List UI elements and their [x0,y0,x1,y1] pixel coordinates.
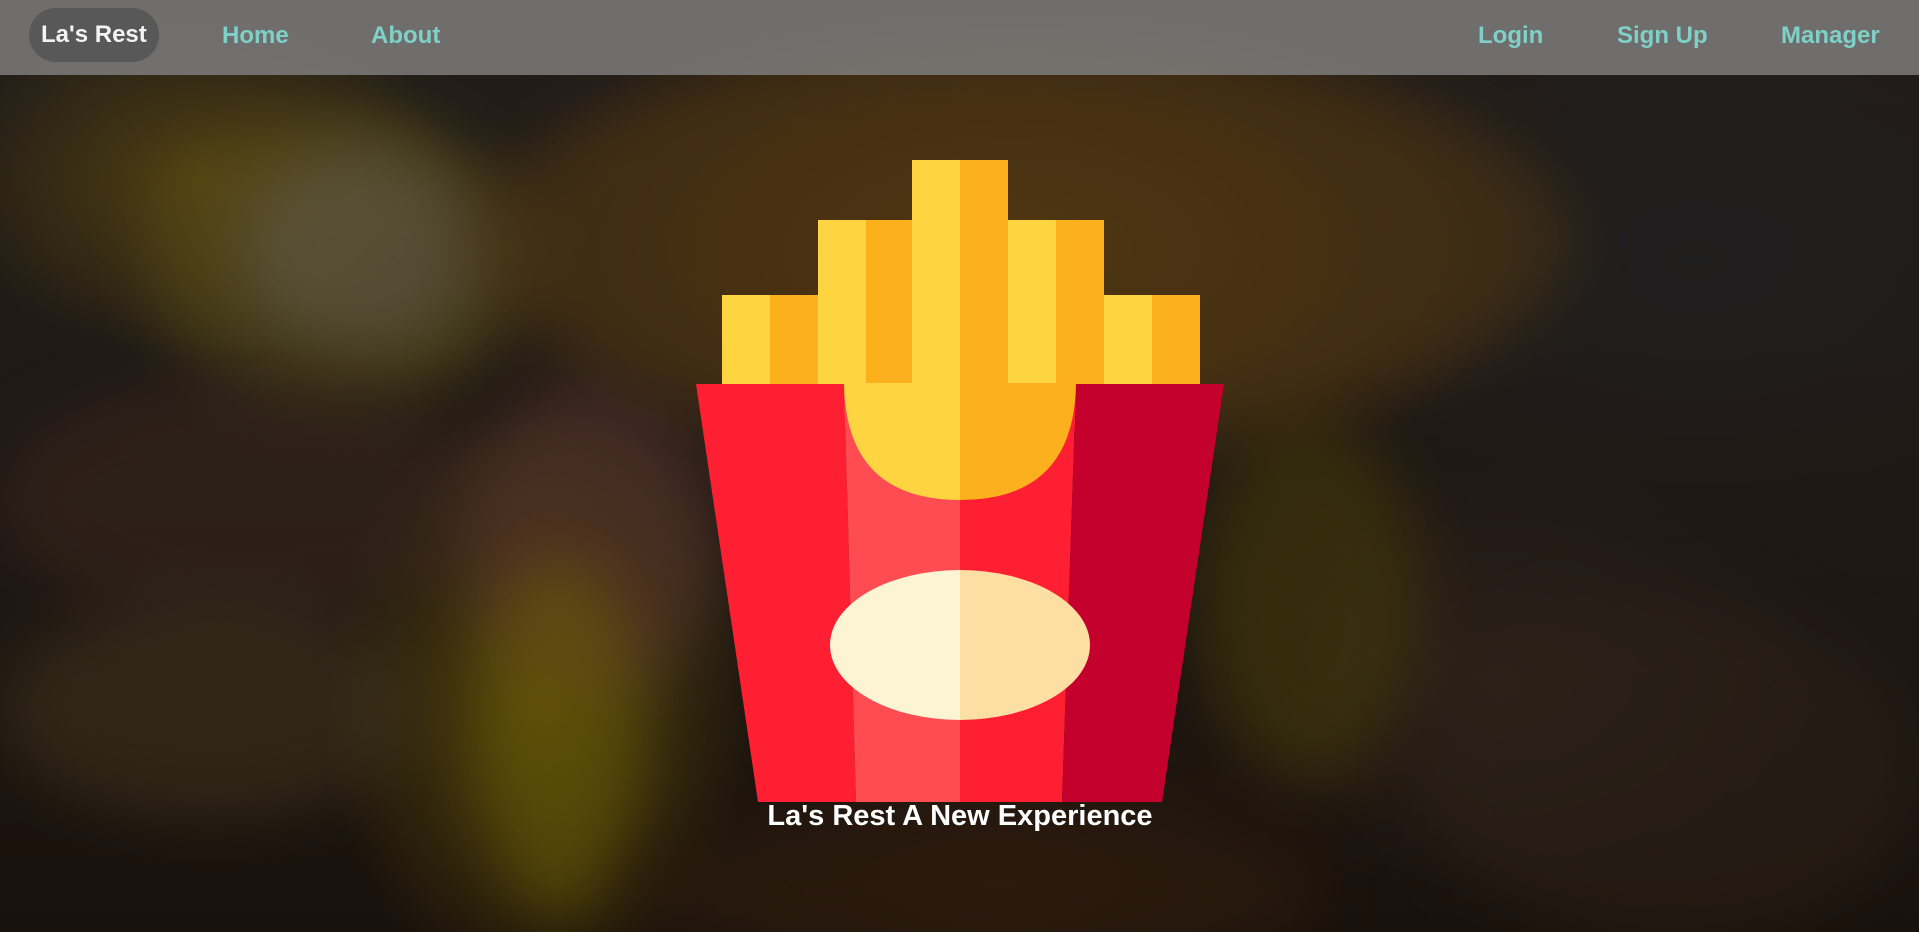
hero-tagline: La's Rest A New Experience [767,800,1153,832]
nav-about-link[interactable]: About [371,0,440,75]
nav-home-link[interactable]: Home [222,0,289,75]
nav-signup-link[interactable]: Sign Up [1617,0,1708,75]
brand-link[interactable]: La's Rest [29,8,159,62]
nav-manager-link[interactable]: Manager [1781,0,1880,75]
nav-login-link[interactable]: Login [1478,0,1543,75]
box-label [830,570,1090,720]
top-navbar: La's Rest Home About Login Sign Up Manag… [0,0,1919,75]
page: La's Rest Home About Login Sign Up Manag… [0,0,1919,932]
fries-sticks [722,160,1200,420]
french-fries-icon [696,160,1224,802]
